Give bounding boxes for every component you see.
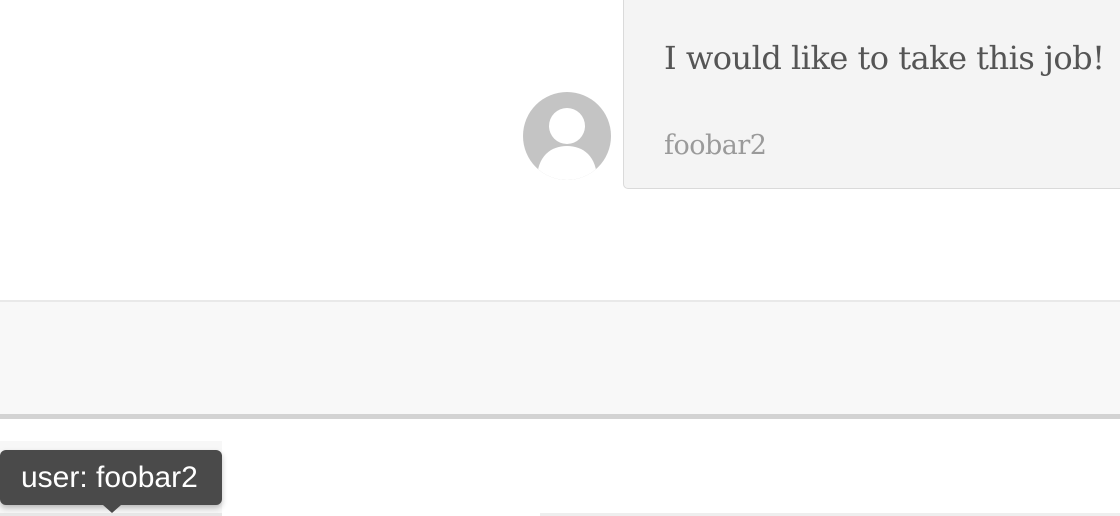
- comment-author[interactable]: foobar2: [664, 131, 767, 161]
- default-user-avatar-icon: [537, 108, 597, 180]
- user-tooltip: user: foobar2: [0, 450, 222, 505]
- comment-message: I would like to take this job!: [664, 39, 1105, 77]
- footer-divider: [0, 414, 1120, 419]
- user-avatar-icon: [523, 92, 611, 180]
- comment-bubble: I would like to take this job! foobar2: [623, 0, 1120, 189]
- footer-band: [0, 300, 1120, 414]
- tooltip-arrow-icon: [103, 505, 121, 513]
